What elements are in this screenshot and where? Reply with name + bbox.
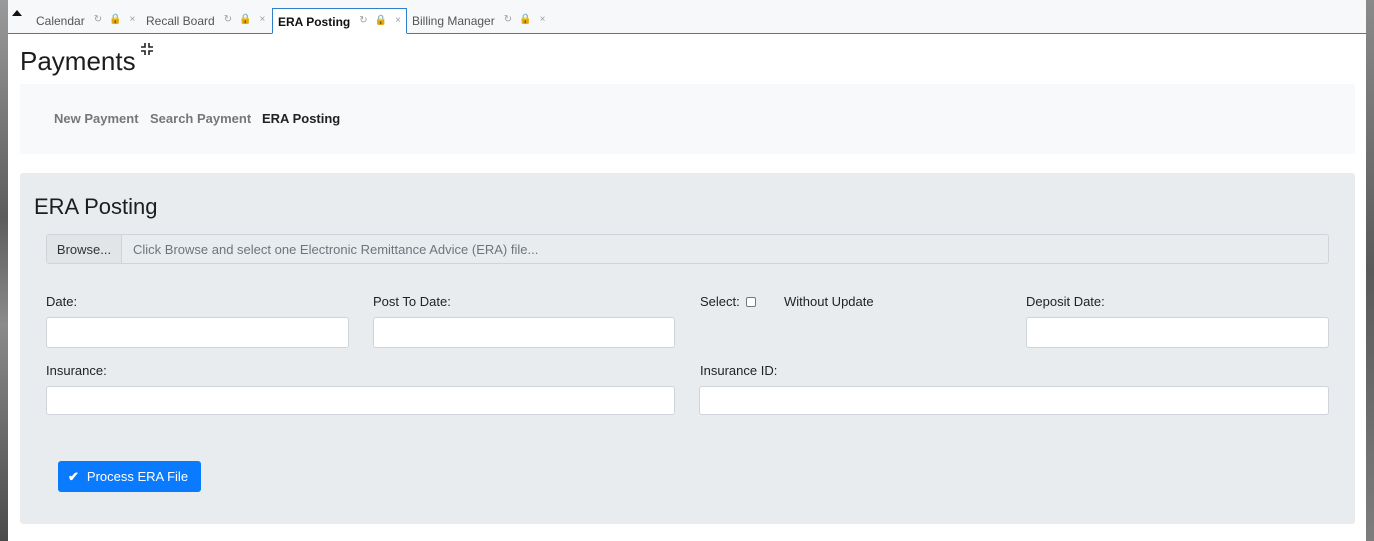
background-desktop-right: [1366, 0, 1374, 541]
tab-billing-manager[interactable]: Billing Manager ↻ 🔒 ×: [407, 8, 550, 33]
post-to-date-label: Post To Date:: [373, 294, 451, 309]
tab-calendar[interactable]: Calendar ↻ 🔒 ×: [31, 8, 140, 33]
page-title: Payments: [20, 46, 136, 76]
background-desktop-left: [0, 0, 8, 541]
compress-icon[interactable]: [141, 43, 153, 58]
file-placeholder: Click Browse and select one Electronic R…: [133, 242, 539, 257]
insurance-id-label: Insurance ID:: [700, 363, 778, 378]
post-to-date-field[interactable]: [373, 317, 675, 348]
date-label: Date:: [46, 294, 78, 309]
nav-new-payment[interactable]: New Payment: [54, 111, 139, 126]
lock-icon[interactable]: 🔒: [239, 14, 251, 25]
without-update-checkbox[interactable]: [746, 297, 756, 307]
check-icon: ✔: [68, 468, 79, 484]
lock-icon[interactable]: 🔒: [375, 15, 387, 26]
payments-subnav: New Payment Search Payment ERA Posting: [20, 84, 1355, 154]
refresh-icon[interactable]: ↻: [224, 14, 232, 25]
deposit-date-field[interactable]: [1026, 317, 1329, 348]
era-file-input[interactable]: Browse... Click Browse and select one El…: [46, 234, 1329, 264]
process-button-label: Process ERA File: [86, 469, 189, 484]
close-icon[interactable]: ×: [540, 14, 546, 25]
insurance-label: Insurance:: [46, 363, 107, 378]
close-icon[interactable]: ×: [395, 15, 401, 26]
tab-label: Billing Manager: [412, 14, 495, 28]
select-label: Select:: [700, 294, 740, 309]
insurance-id-field[interactable]: [699, 386, 1329, 415]
browse-button[interactable]: Browse...: [47, 235, 122, 263]
lock-icon[interactable]: 🔒: [519, 14, 531, 25]
tab-era-posting[interactable]: ERA Posting ↻ 🔒 ×: [272, 8, 407, 34]
tab-label: ERA Posting: [278, 15, 351, 29]
refresh-icon[interactable]: ↻: [359, 15, 367, 26]
era-posting-panel: ERA Posting Browse... Click Browse and s…: [20, 173, 1355, 524]
nav-search-payment[interactable]: Search Payment: [150, 111, 251, 126]
tab-label: Recall Board: [146, 14, 215, 28]
tab-bar: Calendar ↻ 🔒 × Recall Board ↻ 🔒 × ERA Po…: [8, 0, 1366, 34]
deposit-date-label: Deposit Date:: [1026, 294, 1105, 309]
date-field[interactable]: [46, 317, 349, 348]
collapse-tabs-icon[interactable]: [12, 10, 22, 16]
insurance-field[interactable]: [46, 386, 675, 415]
process-era-file-button[interactable]: ✔ Process ERA File: [58, 461, 201, 492]
close-icon[interactable]: ×: [130, 14, 136, 25]
refresh-icon[interactable]: ↻: [94, 14, 102, 25]
nav-era-posting[interactable]: ERA Posting: [262, 111, 340, 126]
close-icon[interactable]: ×: [260, 14, 266, 25]
lock-icon[interactable]: 🔒: [109, 14, 121, 25]
tab-label: Calendar: [36, 14, 85, 28]
without-update-label: Without Update: [784, 294, 874, 309]
tab-recall-board[interactable]: Recall Board ↻ 🔒 ×: [141, 8, 270, 33]
refresh-icon[interactable]: ↻: [504, 14, 512, 25]
app-window: Calendar ↻ 🔒 × Recall Board ↻ 🔒 × ERA Po…: [8, 0, 1366, 541]
panel-title: ERA Posting: [34, 194, 158, 219]
